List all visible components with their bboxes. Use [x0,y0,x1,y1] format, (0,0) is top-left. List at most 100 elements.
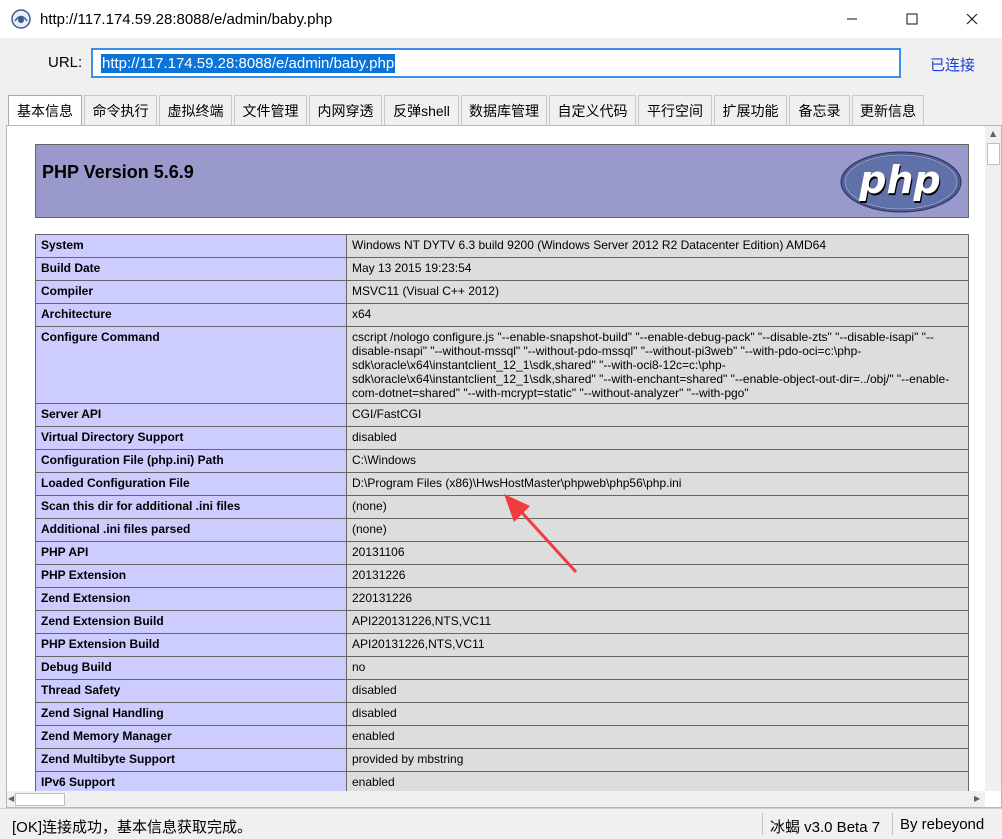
phpinfo-key: Compiler [35,280,347,304]
phpinfo-row: Zend Signal Handling disabled [35,702,969,726]
app-icon [11,9,31,29]
phpinfo-key: Configuration File (php.ini) Path [35,449,347,473]
phpinfo-key: Build Date [35,257,347,281]
phpinfo-value: MSVC11 (Visual C++ 2012) [346,280,969,304]
minimize-icon[interactable] [822,0,882,38]
phpinfo-key: PHP Extension [35,564,347,588]
window-title: http://117.174.59.28:8088/e/admin/baby.p… [40,10,333,28]
phpinfo-row: Build Date May 13 2015 19:23:54 [35,257,969,281]
phpinfo-row: Debug Build no [35,656,969,680]
phpinfo-value: provided by mbstring [346,748,969,772]
phpinfo-value: API220131226,NTS,VC11 [346,610,969,634]
phpinfo-row: PHP Extension Build API20131226,NTS,VC11 [35,633,969,657]
tab-command-exec[interactable]: 命令执行 [84,95,157,125]
phpinfo-key: Zend Extension [35,587,347,611]
vertical-scroll-thumb[interactable] [987,143,1000,165]
close-icon[interactable] [942,0,1002,38]
tab-file-manager[interactable]: 文件管理 [234,95,307,125]
tab-strip: 基本信息 命令执行 虚拟终端 文件管理 内网穿透 反弹shell 数据库管理 自… [8,95,926,125]
phpinfo-value: x64 [346,303,969,327]
phpinfo-row: Architecture x64 [35,303,969,327]
tab-intranet-tunnel[interactable]: 内网穿透 [309,95,382,125]
connection-status: 已连接 [930,57,976,74]
phpinfo-row: System Windows NT DYTV 6.3 build 9200 (Wi… [35,234,969,258]
phpinfo-key: Scan this dir for additional .ini files [35,495,347,519]
tab-parallel-space[interactable]: 平行空间 [638,95,712,125]
phpinfo-row: Thread Safety disabled [35,679,969,703]
phpinfo-row: Server API CGI/FastCGI [35,403,969,427]
phpinfo-key: PHP API [35,541,347,565]
phpinfo-row: PHP API 20131106 [35,541,969,565]
tab-database-manager[interactable]: 数据库管理 [461,95,547,125]
vertical-scrollbar[interactable]: ▲ [985,126,1001,791]
phpinfo-key: Zend Multibyte Support [35,748,347,772]
tab-reverse-shell[interactable]: 反弹shell [384,95,459,125]
status-version: 冰蝎 v3.0 Beta 7 [770,819,881,836]
phpinfo-key: Zend Extension Build [35,610,347,634]
scroll-up-icon[interactable]: ▲ [990,129,996,138]
phpinfo-key: Zend Memory Manager [35,725,347,749]
tab-basic-info[interactable]: 基本信息 [8,95,82,125]
horizontal-scrollbar[interactable]: ◀ ▶ [7,791,985,807]
phpinfo-key: Loaded Configuration File [35,472,347,496]
tab-virtual-terminal[interactable]: 虚拟终端 [159,95,232,125]
tab-update-info[interactable]: 更新信息 [852,95,924,125]
phpinfo-key: Architecture [35,303,347,327]
scroll-left-icon[interactable]: ◀ [8,794,14,803]
url-value[interactable]: http://117.174.59.28:8088/e/admin/baby.p… [101,54,396,73]
tab-custom-code[interactable]: 自定义代码 [549,95,636,125]
title-bar: http://117.174.59.28:8088/e/admin/baby.p… [0,0,1002,38]
php-logo: php php [840,151,962,213]
phpinfo-viewport: PHP Version 5.6.9 php php System Windows … [7,126,985,791]
url-bar: URL: http://117.174.59.28:8088/e/admin/b… [0,38,1002,90]
phpinfo-key: Virtual Directory Support [35,426,347,450]
tab-extensions[interactable]: 扩展功能 [714,95,787,125]
phpinfo-key: Debug Build [35,656,347,680]
phpinfo-row: IPv6 Support enabled [35,771,969,791]
scroll-right-icon[interactable]: ▶ [974,794,980,803]
phpinfo-value: Windows NT DYTV 6.3 build 9200 (Windows … [346,234,969,258]
maximize-icon[interactable] [882,0,942,38]
phpinfo-key: Zend Signal Handling [35,702,347,726]
phpinfo-value: 20131106 [346,541,969,565]
phpinfo-value: (none) [346,518,969,542]
tab-memo[interactable]: 备忘录 [789,95,850,125]
phpinfo-row: PHP Extension 20131226 [35,564,969,588]
url-label: URL: [48,54,83,71]
phpinfo-value: D:\Program Files (x86)\HwsHostMaster\php… [346,472,969,496]
phpinfo-row: Zend Extension Build API220131226,NTS,VC1… [35,610,969,634]
phpinfo-value: API20131226,NTS,VC11 [346,633,969,657]
phpinfo-row: Additional .ini files parsed (none) [35,518,969,542]
phpinfo-row: Zend Extension 220131226 [35,587,969,611]
horizontal-scroll-thumb[interactable] [15,793,65,806]
phpinfo-value: cscript /nologo configure.js "--enable-s… [346,326,969,404]
status-divider [892,813,893,835]
content-panel: PHP Version 5.6.9 php php System Windows … [6,125,1002,808]
phpinfo-key: PHP Extension Build [35,633,347,657]
phpinfo-key: Server API [35,403,347,427]
phpinfo-value: disabled [346,702,969,726]
phpinfo-value: 20131226 [346,564,969,588]
phpinfo-row: Scan this dir for additional .ini files(… [35,495,969,519]
phpinfo-row: Virtual Directory Support disabled [35,426,969,450]
phpinfo-row: Compiler MSVC11 (Visual C++ 2012) [35,280,969,304]
status-bar: [OK]连接成功，基本信息获取完成。 冰蝎 v3.0 Beta 7 By reb… [0,808,1002,839]
php-info-header: PHP Version 5.6.9 php php [35,144,969,218]
status-author: By rebeyond [900,816,985,833]
status-message: [OK]连接成功，基本信息获取完成。 [12,819,253,836]
url-input[interactable]: http://117.174.59.28:8088/e/admin/baby.p… [91,48,901,78]
phpinfo-value: CGI/FastCGI [346,403,969,427]
phpinfo-value: C:\Windows [346,449,969,473]
phpinfo-value: (none) [346,495,969,519]
phpinfo-value: 220131226 [346,587,969,611]
status-divider [762,813,763,835]
php-logo-text-overlay: php [858,158,940,202]
phpinfo-row: Zend Memory Manager enabled [35,725,969,749]
php-version-title: PHP Version 5.6.9 [42,162,194,182]
phpinfo-key: Thread Safety [35,679,347,703]
phpinfo-value: disabled [346,679,969,703]
phpinfo-value: no [346,656,969,680]
phpinfo-row: Configuration File (php.ini) Path C:\Wind… [35,449,969,473]
phpinfo-row: Loaded Configuration File D:\Program File… [35,472,969,496]
phpinfo-value: disabled [346,426,969,450]
